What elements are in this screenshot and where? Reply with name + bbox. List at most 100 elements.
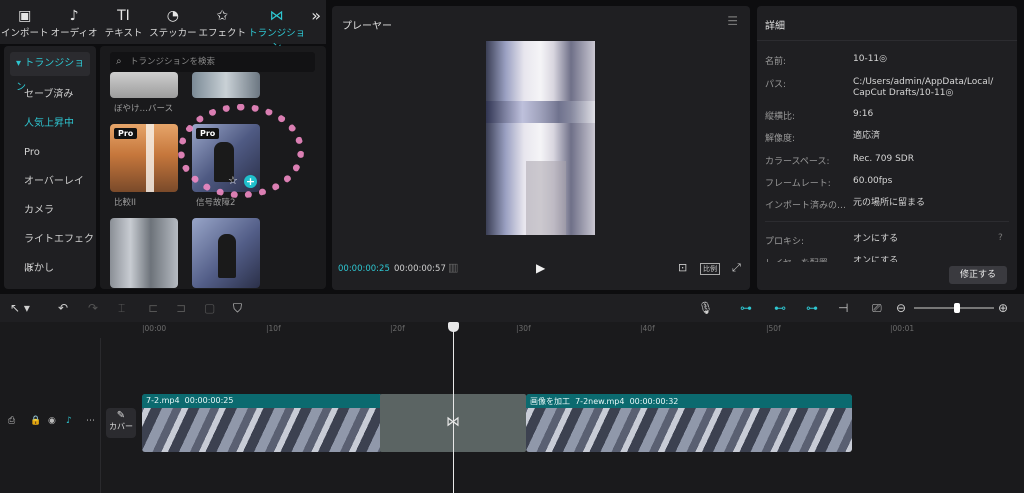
clip-name: 7-2.mp4 [146, 396, 180, 405]
clip-header: 7-2.mp4 00:00:00:25 [142, 394, 382, 408]
tool-text[interactable]: TI テキスト [99, 7, 148, 39]
linkage-icon[interactable]: ⊶ [806, 301, 818, 315]
play-button[interactable]: ▶ [536, 261, 545, 275]
transition-icon: ⋈ [269, 8, 284, 24]
transition-thumb[interactable] [192, 72, 260, 98]
tool-label: ステッカー [149, 28, 197, 39]
player-panel: プレーヤー ☰ 00:00:00:25 00:00:00:57 ▥ ▶ ⊡ 比例… [332, 6, 750, 290]
visibility-icon[interactable]: ◉ [48, 416, 56, 426]
undo-icon[interactable]: ↶ [58, 301, 68, 315]
detail-label: カラースペース: [765, 157, 830, 167]
double-chevron-right-icon: » [311, 6, 321, 25]
more-icon[interactable]: ⋯ [86, 416, 95, 426]
tool-sticker[interactable]: ◔ ステッカー [148, 7, 197, 39]
total-time: 00:00:00:57 [394, 264, 446, 274]
ruler-tick: |00:01 [890, 324, 915, 333]
highlight-circle [178, 104, 304, 198]
search-input[interactable]: ⌕ トランジションを検索 [110, 52, 315, 72]
player-title: プレーヤー [342, 21, 392, 32]
detail-value: C:/Users/admin/AppData/Local/ CapCut Dra… [853, 77, 994, 98]
timeline-panel: ↖ ▾ ↶ ↷ ⌶ ⊏ ⊐ ▢ ⛉ 🎙 ⊶ ⊷ ⊶ ⊣ ⎚ ⊖ ⊕ |00:00… [0, 294, 1024, 493]
video-clip[interactable]: 7-2.mp4 00:00:00:25 [142, 394, 382, 452]
lock-icon[interactable]: 🔒 [30, 416, 41, 426]
current-time: 00:00:00:25 [338, 264, 390, 274]
detail-label: インポート済みの… [765, 201, 847, 211]
sticker-icon: ◔ [166, 8, 179, 24]
split-icon[interactable]: ⌶ [118, 301, 125, 316]
microphone-icon[interactable]: 🎙 [698, 301, 713, 315]
transition-thumb[interactable] [192, 218, 260, 288]
fullscreen-icon[interactable]: ⤢ [732, 261, 741, 275]
delete-icon[interactable]: ▢ [204, 301, 215, 315]
audio-toggle-icon[interactable]: ♪ [66, 416, 72, 426]
redo-icon[interactable]: ↷ [88, 301, 98, 315]
zoom-out-icon[interactable]: ⊖ [896, 301, 906, 315]
transition-thumb[interactable] [110, 72, 178, 98]
help-icon[interactable]: ? [998, 233, 1003, 243]
detail-value: 元の場所に留まる [853, 198, 926, 208]
tool-import[interactable]: ▣ インポート [0, 7, 49, 39]
clip-duration: 00:00:00:25 [184, 396, 234, 405]
detail-value: 10-11◎ [853, 54, 888, 64]
ruler-tick: |30f [516, 324, 531, 333]
sidebar-item-light-effect[interactable]: ライトエフェクト [4, 225, 96, 274]
detail-value: Rec. 709 SDR [853, 154, 914, 164]
marker-icon[interactable]: ⛉ [233, 301, 242, 316]
trim-left-icon[interactable]: ⊏ [148, 301, 158, 315]
more-tools-button[interactable]: » [306, 7, 326, 25]
detail-value: 9:16 [853, 109, 874, 119]
ratio-button[interactable]: 比例 [700, 263, 720, 275]
menu-icon[interactable]: ☰ [727, 14, 738, 28]
video-clip[interactable]: 画像を加工 7-2new.mp4 00:00:00:32 [526, 394, 852, 452]
sidebar-item-pro[interactable]: Pro [4, 138, 96, 167]
sidebar-item-blur[interactable]: ぼかし [4, 254, 96, 283]
track-video-icon[interactable]: ⎙ [8, 416, 15, 426]
effect-icon: ✩ [216, 8, 229, 24]
audio-icon: ♪ [69, 8, 79, 24]
select-tool-icon[interactable]: ↖ ▾ [10, 301, 30, 315]
trim-right-icon[interactable]: ⊐ [176, 301, 186, 315]
import-icon: ▣ [18, 8, 32, 24]
detail-label: プロキシ: [765, 237, 805, 247]
clip-header: 画像を加工 7-2new.mp4 00:00:00:32 [526, 394, 852, 408]
sidebar-item-transition[interactable]: ▾ トランジション [10, 52, 90, 93]
preview-axis-icon[interactable]: ⎚ [872, 301, 882, 316]
ruler-tick: |50f [766, 324, 781, 333]
proxy-value[interactable]: オンにする [853, 234, 898, 245]
tool-label: オーディオ [50, 28, 98, 39]
detail-label: 解像度: [765, 134, 796, 144]
sidebar-item-overlay[interactable]: オーバーレイ [4, 167, 96, 196]
transition-category-sidebar: ▾ トランジション セーブ済み 人気上昇中 Pro オーバーレイ カメラ ライト… [4, 46, 96, 289]
text-icon: TI [117, 8, 130, 24]
modify-button[interactable]: 修正する [949, 266, 1007, 284]
layer-value[interactable]: オンにする [853, 256, 898, 262]
details-panel: 詳細 名前: 10-11◎ パス: C:/Users/admin/AppData… [757, 6, 1017, 290]
search-placeholder: トランジションを検索 [130, 57, 216, 67]
fit-screen-icon[interactable]: ⊡ [678, 261, 687, 274]
zoom-in-icon[interactable]: ⊕ [998, 301, 1008, 315]
transition-thumb[interactable]: Pro [110, 124, 178, 192]
transition-thumb[interactable] [110, 218, 178, 288]
detail-label: フレームレート: [765, 179, 831, 189]
details-title: 詳細 [765, 21, 785, 32]
cover-button[interactable]: ✎ カバー [106, 408, 136, 438]
detail-label: レイヤーを配置 [765, 256, 828, 262]
sidebar-item-trending[interactable]: 人気上昇中 [4, 109, 96, 138]
zoom-slider[interactable] [914, 303, 994, 313]
clip-tag: 画像を加工 [530, 397, 570, 406]
detail-value: 適応済 [853, 131, 881, 141]
align-icon[interactable]: ⊣ [838, 301, 848, 315]
playhead[interactable] [448, 322, 459, 493]
tool-effect[interactable]: ✩ エフェクト [198, 7, 247, 39]
transition-library: ⌕ トランジションを検索 ぼやけ…バース Pro 比較II Pro ☆ + 信号… [100, 46, 326, 289]
ruler-tick: |00:00 [142, 324, 167, 333]
magnet-icon[interactable]: ⊷ [774, 301, 786, 315]
search-icon: ⌕ [116, 56, 122, 67]
timecode-icon[interactable]: ▥ [448, 261, 458, 274]
link-main-track-icon[interactable]: ⊶ [740, 301, 752, 315]
tool-audio[interactable]: ♪ オーディオ [49, 7, 98, 39]
timeline-ruler[interactable]: |00:00 |10f |20f |30f |40f |50f |00:01 [140, 322, 1024, 338]
tool-label: インポート [0, 28, 49, 39]
sidebar-item-camera[interactable]: カメラ [4, 196, 96, 225]
media-toolbar: ▣ インポート ♪ オーディオ TI テキスト ◔ ステッカー ✩ エフェクト … [0, 0, 326, 53]
